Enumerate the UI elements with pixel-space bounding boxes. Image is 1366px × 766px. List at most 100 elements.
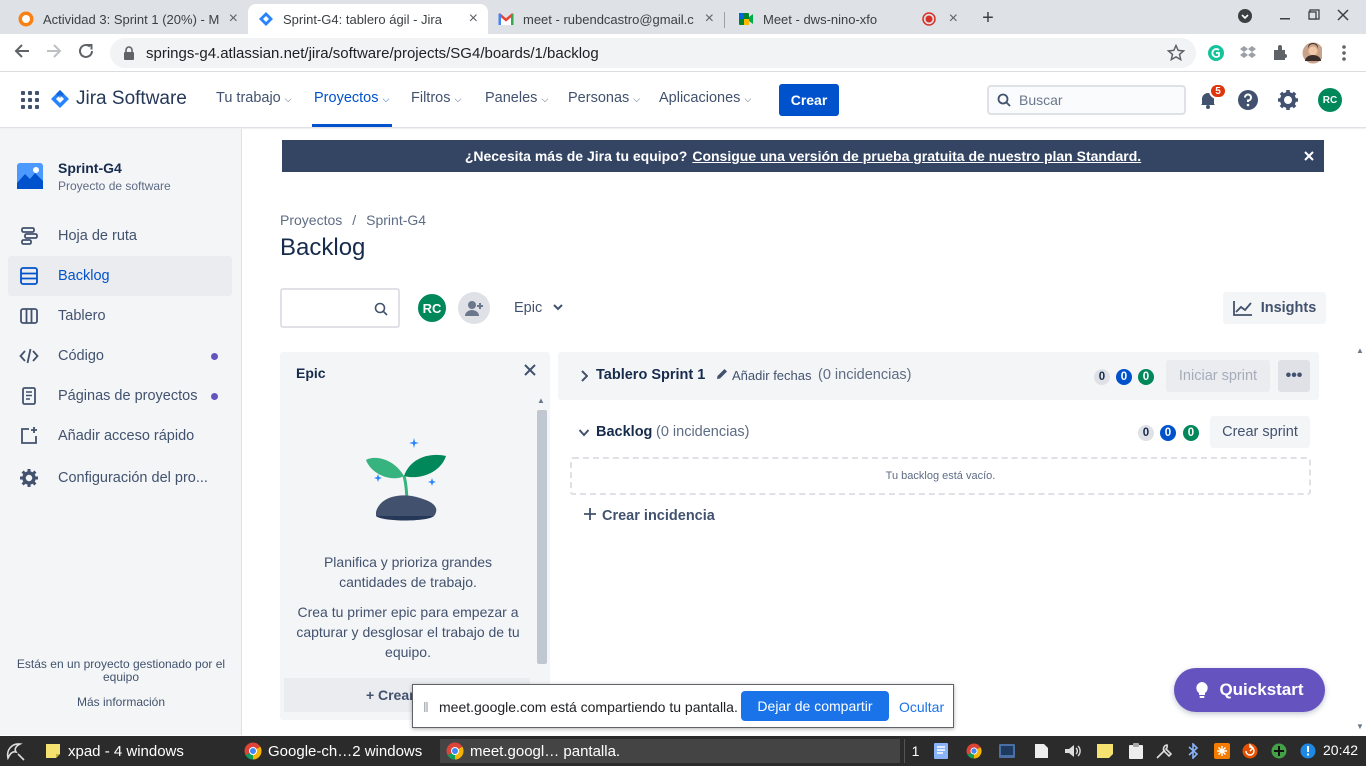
extensions-icon[interactable] — [1270, 43, 1290, 63]
search-icon — [374, 302, 388, 316]
forward-icon[interactable] — [45, 42, 63, 65]
chevron-down-icon[interactable] — [578, 428, 590, 438]
backlog-section-title[interactable]: Backlog — [596, 424, 652, 440]
back-icon[interactable] — [13, 42, 31, 65]
app-switcher-icon[interactable] — [21, 91, 39, 114]
active-nav-indicator — [312, 124, 392, 127]
nav-paneles[interactable]: Paneles ⌵ — [485, 90, 548, 106]
user-avatar[interactable]: RC — [1318, 88, 1342, 112]
workspace-switcher[interactable]: 1 — [904, 739, 926, 763]
more-info-link[interactable]: Más información — [10, 695, 232, 709]
notes-icon[interactable] — [1096, 743, 1114, 759]
sidebar-item-code[interactable]: Código — [8, 336, 232, 376]
new-tab-button[interactable]: + — [976, 6, 1000, 30]
tab-search-icon[interactable] — [1237, 8, 1253, 27]
chevron-right-icon[interactable] — [580, 370, 588, 382]
create-issue-button[interactable]: Crear incidencia — [584, 508, 715, 524]
sidebar-item-board[interactable]: Tablero — [8, 296, 232, 336]
backlog-search-input[interactable] — [280, 288, 400, 328]
dropbox-icon[interactable] — [1238, 43, 1258, 63]
project-sidebar: Sprint-G4 Proyecto de software Hoja de r… — [0, 129, 242, 735]
tools-icon[interactable] — [1155, 743, 1173, 759]
maximize-icon[interactable] — [1308, 8, 1320, 24]
assignee-filter-avatar[interactable]: RC — [416, 292, 448, 324]
create-sprint-button[interactable]: Crear sprint — [1210, 416, 1310, 448]
browser-tab[interactable]: Actividad 3: Sprint 1 (20%) - M × — [8, 4, 248, 34]
clipboard-icon[interactable] — [1127, 743, 1145, 759]
epic-filter-dropdown[interactable]: Epic — [514, 300, 564, 316]
sidebar-item-roadmap[interactable]: Hoja de ruta — [8, 216, 232, 256]
nav-tu-trabajo[interactable]: Tu trabajo ⌵ — [216, 90, 292, 106]
breadcrumb-projects[interactable]: Proyectos — [280, 212, 342, 228]
taskbar-task-chrome[interactable]: Google-ch…2 windows — [238, 739, 434, 763]
add-people-icon[interactable] — [458, 292, 490, 324]
minimize-icon[interactable] — [1279, 8, 1291, 24]
sidebar-item-project-pages[interactable]: Páginas de proyectos — [8, 376, 232, 416]
clock: 20:42 — [1323, 742, 1359, 758]
sprint-name[interactable]: Tablero Sprint 1 — [596, 367, 705, 383]
taskbar-task-xpad[interactable]: xpad - 4 windows — [38, 739, 234, 763]
nav-aplicaciones[interactable]: Aplicaciones ⌵ — [659, 90, 751, 106]
update-icon[interactable] — [1241, 743, 1259, 759]
volume-icon[interactable] — [1064, 743, 1082, 759]
taskbar-task-meet[interactable]: meet.googl… pantalla. — [440, 739, 900, 763]
info-icon[interactable] — [1299, 743, 1317, 759]
scroll-down-arrow-icon[interactable]: ▼ — [1356, 722, 1364, 731]
more-actions-button[interactable]: ••• — [1278, 360, 1310, 392]
stop-sharing-button[interactable]: Dejar de compartir — [741, 691, 889, 721]
create-button[interactable]: Crear — [779, 84, 839, 116]
sidebar-item-project-settings[interactable]: Configuración del pro... — [8, 458, 232, 498]
quickstart-button[interactable]: Quickstart — [1174, 668, 1325, 712]
project-name[interactable]: Sprint-G4 — [58, 160, 122, 176]
scroll-up-arrow-icon[interactable]: ▲ — [537, 396, 545, 405]
network-icon[interactable] — [1270, 743, 1288, 759]
epic-panel-scrollbar[interactable] — [537, 410, 547, 664]
insights-button[interactable]: Insights — [1223, 292, 1326, 324]
sidebar-item-backlog[interactable]: Backlog — [8, 256, 232, 296]
help-icon[interactable] — [1236, 88, 1260, 112]
scroll-up-arrow-icon[interactable]: ▲ — [1356, 346, 1364, 355]
close-window-icon[interactable] — [1337, 8, 1349, 24]
search-input[interactable]: Buscar — [987, 85, 1186, 115]
nav-personas[interactable]: Personas ⌵ — [568, 90, 640, 106]
close-icon[interactable] — [524, 363, 536, 381]
text-editor-icon[interactable] — [932, 743, 950, 759]
profile-avatar-icon[interactable] — [1302, 42, 1322, 64]
hide-share-bar-button[interactable]: Ocultar — [899, 699, 944, 715]
sidebar-item-add-shortcut[interactable]: Añadir acceso rápido — [8, 416, 232, 456]
task-label: meet.googl… pantalla. — [470, 742, 621, 760]
browser-tab-active[interactable]: Sprint-G4: tablero ágil - Jira × — [248, 4, 488, 34]
start-menu-icon[interactable] — [4, 740, 26, 766]
drag-handle-icon[interactable]: ‖ — [423, 699, 429, 715]
close-icon[interactable]: × — [229, 10, 238, 28]
file-icon[interactable] — [1032, 743, 1050, 759]
bookmark-star-icon[interactable] — [1166, 43, 1186, 63]
orange-app-icon[interactable] — [1213, 743, 1231, 759]
terminal-icon[interactable] — [998, 743, 1016, 759]
nav-proyectos[interactable]: Proyectos ⌵ — [314, 90, 389, 106]
settings-icon[interactable] — [1276, 88, 1300, 112]
reload-icon[interactable] — [77, 42, 95, 65]
close-icon[interactable]: × — [705, 10, 714, 28]
recording-icon — [921, 11, 937, 27]
grammarly-icon[interactable] — [1206, 43, 1226, 63]
chrome-menu-icon[interactable] — [1334, 43, 1354, 63]
banner-trial-link[interactable]: Consigue una versión de prueba gratuita … — [692, 148, 1141, 164]
browser-tab[interactable]: Meet - dws-nino-xfo × — [728, 4, 968, 34]
start-sprint-button[interactable]: Iniciar sprint — [1166, 360, 1270, 392]
nav-filtros[interactable]: Filtros ⌵ — [411, 90, 461, 106]
close-icon[interactable]: × — [469, 10, 478, 28]
jira-logo[interactable]: Jira Software — [50, 88, 187, 110]
plus-icon — [584, 508, 596, 520]
bluetooth-icon[interactable] — [1184, 743, 1202, 759]
chrome-icon[interactable] — [965, 743, 983, 759]
browser-tab[interactable]: meet - rubendcastro@gmail.c × — [488, 4, 724, 34]
nav-label: Personas — [568, 90, 630, 106]
close-icon[interactable] — [1304, 148, 1314, 166]
add-dates-button[interactable]: Añadir fechas — [716, 368, 812, 383]
address-bar[interactable]: springs-g4.atlassian.net/jira/software/p… — [110, 38, 1196, 68]
breadcrumb-project[interactable]: Sprint-G4 — [366, 212, 426, 228]
page-scrollbar[interactable]: ▲ ▼ — [1354, 346, 1364, 736]
close-icon[interactable]: × — [949, 10, 958, 28]
add-dates-label: Añadir fechas — [732, 368, 812, 383]
